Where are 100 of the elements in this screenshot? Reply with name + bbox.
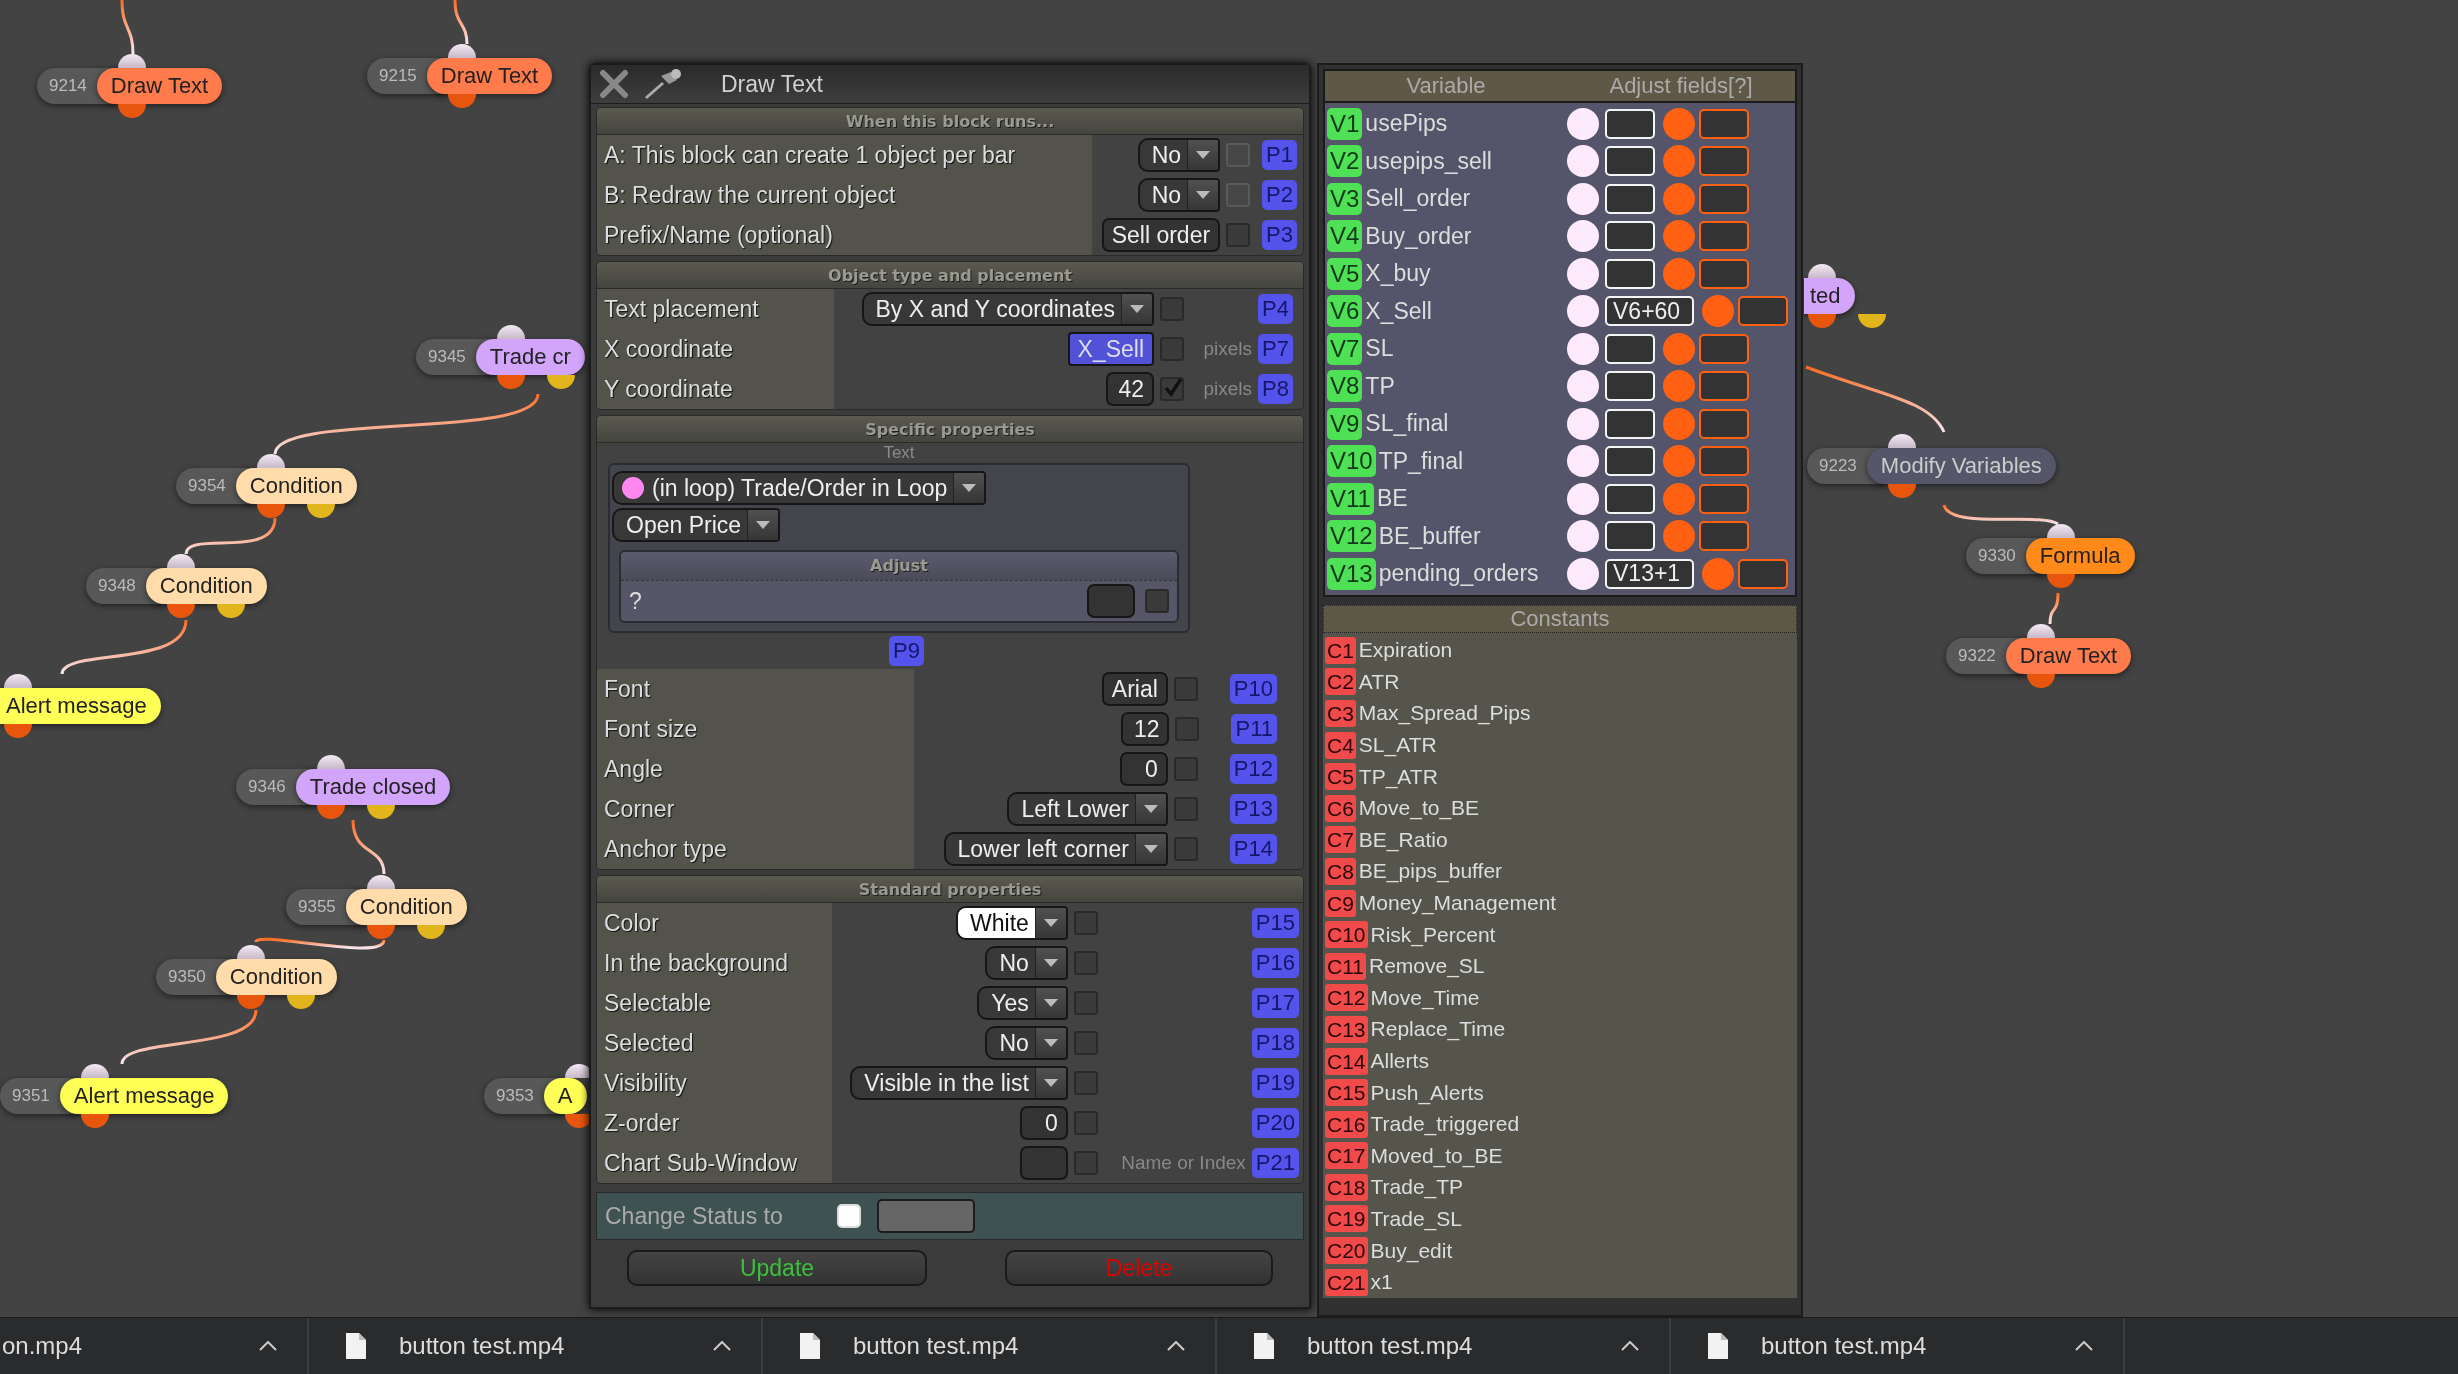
output-port[interactable] [2046,574,2075,588]
checkbox[interactable] [1160,337,1185,361]
input-field[interactable]: 0 [1019,1106,1068,1140]
option-dot[interactable] [1663,220,1695,253]
pin-icon[interactable] [643,68,683,100]
option-dot[interactable] [1567,107,1599,140]
checkbox[interactable] [1173,797,1198,821]
taskbar-item[interactable]: button test.mp4 [763,1318,1217,1374]
option-dot[interactable] [1567,445,1599,478]
option-dot[interactable] [1567,182,1599,215]
node-label[interactable]: Condition [345,889,467,925]
adjust-field[interactable] [1738,296,1788,327]
node-label[interactable]: Draw Text [426,58,553,94]
option-dot[interactable] [1663,107,1695,140]
checkbox[interactable] [1160,297,1185,321]
input-field[interactable]: Arial [1101,672,1168,706]
output-port[interactable] [216,604,245,618]
adjust-field[interactable] [1699,333,1749,364]
node-label[interactable]: Draw Text [96,68,223,104]
output-port[interactable] [1887,484,1916,498]
output-port[interactable] [546,375,575,389]
taskbar-item[interactable]: button test.mp4 [1671,1318,2125,1374]
option-dot[interactable] [1663,445,1695,478]
dropdown[interactable]: No [985,946,1068,980]
option-dot[interactable] [1663,407,1695,440]
output-port[interactable] [306,504,335,518]
adjust-field[interactable] [1699,108,1749,139]
checkbox[interactable] [1226,183,1251,207]
node-label[interactable]: Trade closed [295,769,451,805]
node-label[interactable]: ted [1804,278,1855,314]
checkbox[interactable] [1073,991,1098,1015]
dropdown[interactable]: Visible in the list [850,1066,1068,1100]
input-port[interactable] [366,875,395,889]
option-dot[interactable] [1663,520,1695,553]
input-field[interactable]: Sell order [1101,218,1221,252]
node-label[interactable]: Condition [235,468,357,504]
variable-field[interactable]: X_Sell [1067,332,1155,366]
checkbox[interactable] [1226,143,1251,167]
taskbar-item[interactable]: on.mp4 [0,1318,309,1374]
input-port[interactable] [1808,264,1836,278]
option-dot[interactable] [1567,407,1599,440]
option-dot[interactable] [1663,257,1695,290]
adjust-field[interactable] [1738,558,1788,589]
option-dot[interactable] [1567,220,1599,253]
node-label[interactable]: Alert message [0,688,161,724]
adjust-field[interactable] [1699,221,1749,252]
dropdown[interactable]: Yes [977,986,1068,1020]
option-dot[interactable] [1567,295,1599,328]
output-port[interactable] [256,504,285,518]
adjust-field[interactable]: V6+60 [1605,296,1694,327]
output-port[interactable] [2026,674,2055,688]
option-dot[interactable] [1567,557,1599,590]
input-field[interactable]: 42 [1106,372,1155,406]
checkbox[interactable] [1073,951,1098,975]
output-port[interactable] [286,995,315,1009]
output-port[interactable] [117,104,146,118]
color-dropdown[interactable]: White [956,906,1068,940]
dropdown[interactable]: By X and Y coordinates [861,292,1155,326]
adjust-field[interactable] [1699,446,1749,477]
dropdown[interactable]: No [985,1026,1068,1060]
input-port[interactable] [117,54,146,68]
input-port[interactable] [236,945,265,959]
option-dot[interactable] [1663,145,1695,178]
checkbox[interactable] [1073,911,1098,935]
dropdown[interactable]: Open Price [612,508,781,542]
output-port[interactable] [316,805,345,819]
output-port[interactable] [236,995,265,1009]
checkbox[interactable] [1173,677,1198,701]
input-port[interactable] [316,755,345,769]
output-port[interactable] [366,805,395,819]
checkbox[interactable] [1173,837,1198,861]
option-dot[interactable] [1567,257,1599,290]
adjust-field[interactable] [1699,183,1749,214]
checkbox[interactable] [1160,377,1185,401]
checkbox[interactable] [1073,1151,1098,1175]
option-dot[interactable] [1567,520,1599,553]
checkbox[interactable] [1073,1031,1098,1055]
option-dot[interactable] [1567,482,1599,515]
option-dot[interactable] [1702,557,1734,590]
taskbar-item[interactable]: button test.mp4 [1217,1318,1671,1374]
output-port[interactable] [4,724,32,738]
checkbox[interactable] [1173,757,1198,781]
input-field[interactable]: 12 [1121,712,1170,746]
checkbox[interactable] [1226,223,1251,247]
adjust-field[interactable] [1699,258,1749,289]
input-field[interactable]: 0 [1119,752,1168,786]
option-dot[interactable] [1663,332,1695,365]
option-dot[interactable] [1663,370,1695,403]
node-label[interactable]: Condition [215,959,337,995]
node-label[interactable]: Modify Variables [1866,448,2056,484]
output-port[interactable] [366,925,395,939]
dropdown[interactable]: No [1137,138,1221,172]
input-field[interactable] [1019,1146,1068,1180]
checkbox[interactable] [1175,717,1200,741]
dropdown[interactable]: Lower left corner [943,832,1168,866]
node-label[interactable]: Condition [145,568,267,604]
node-label[interactable]: Draw Text [2005,638,2132,674]
output-port[interactable] [166,604,195,618]
dropdown[interactable]: Left Lower [1007,792,1168,826]
input-port[interactable] [1887,434,1916,448]
